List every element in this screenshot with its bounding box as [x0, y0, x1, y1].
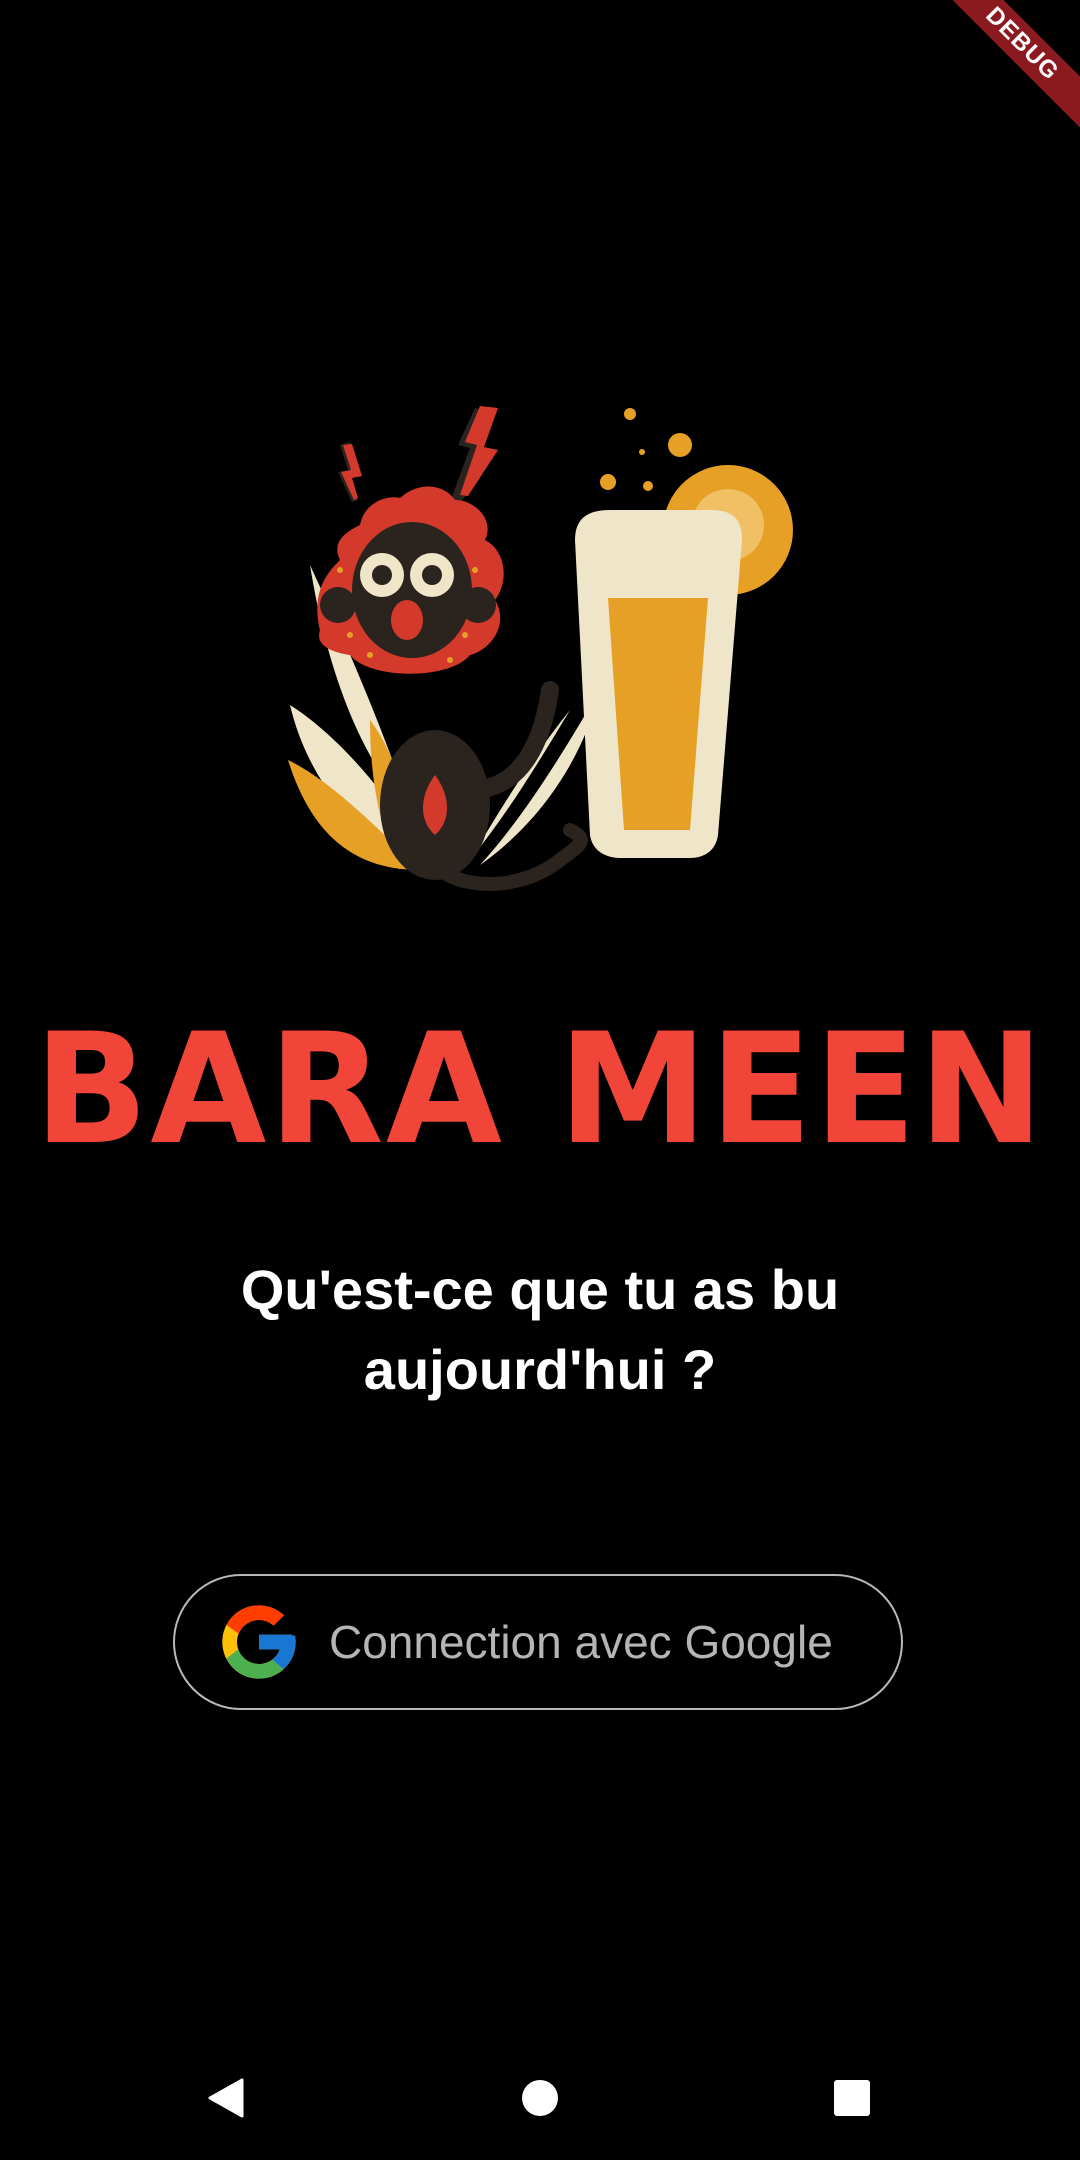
recents-button[interactable]: [830, 2076, 874, 2120]
back-button[interactable]: [204, 2076, 248, 2120]
recents-square-icon: [834, 2080, 870, 2116]
google-login-label: Connection avec Google: [329, 1616, 833, 1668]
home-button[interactable]: [518, 2076, 562, 2120]
debug-banner: DEBUG: [930, 0, 1080, 150]
monkey-with-beer-illustration: [288, 406, 793, 891]
debug-banner-label: DEBUG: [931, 0, 1080, 135]
lightning-icon: [450, 406, 498, 504]
home-circle-icon: [522, 2080, 558, 2116]
google-g-icon: [222, 1605, 296, 1679]
back-triangle-icon: [208, 2078, 244, 2118]
app-title: BARA MEEN: [34, 1001, 1046, 1179]
google-login-button[interactable]: Connection avec Google: [173, 1574, 903, 1710]
lightning-icon: [338, 442, 362, 502]
app-subtitle: Qu'est-ce que tu as bu aujourd'hui ?: [240, 1258, 840, 1401]
